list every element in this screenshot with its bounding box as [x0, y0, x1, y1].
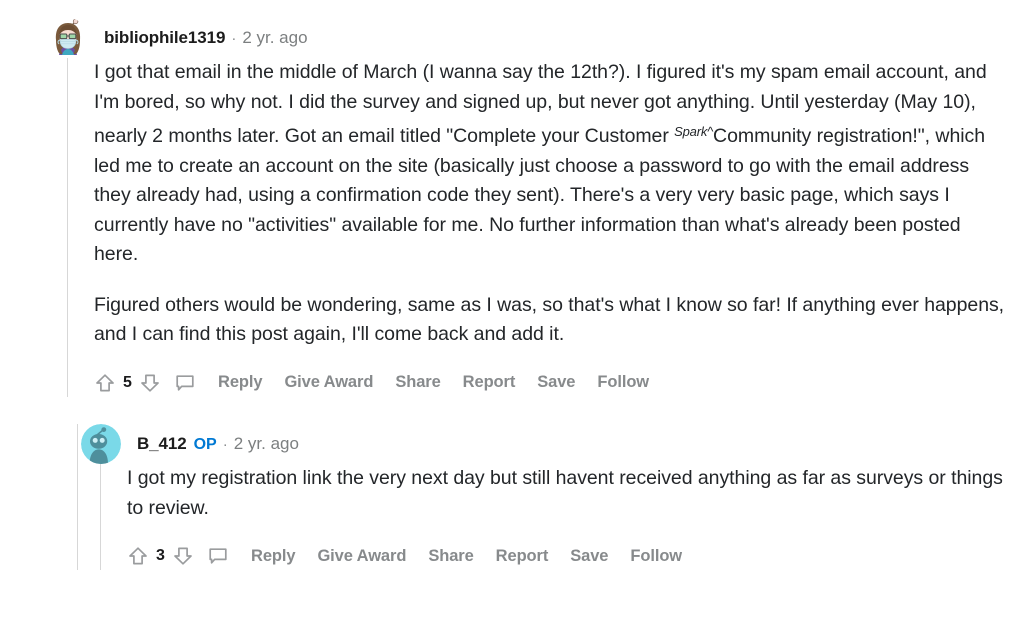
reply-button[interactable]: Reply — [251, 547, 296, 566]
report-button[interactable]: Report — [463, 373, 516, 392]
comment-author[interactable]: bibliophile1319 — [104, 28, 225, 48]
nested-reply-row: B_412 OP · 2 yr. ago I got my registrati… — [48, 424, 1008, 570]
reply-button[interactable]: Reply — [218, 373, 263, 392]
comment-timestamp[interactable]: 2 yr. ago — [242, 28, 307, 48]
upvote-arrow-icon[interactable] — [127, 545, 149, 567]
superscript-spark: Spark^ — [674, 124, 714, 139]
comment-body-wrapper: I got that email in the middle of March … — [48, 58, 1008, 397]
comment-byline: B_412 OP · 2 yr. ago — [137, 434, 299, 454]
byline-separator: · — [222, 436, 228, 453]
reddit-comment-thread: bibliophile1319 · 2 yr. ago I got that e… — [0, 0, 1024, 644]
comment-paragraph: I got my registration link the very next… — [127, 467, 1003, 519]
comment-action-bar: 3 Reply Give Award Share Report Save Fol… — [127, 542, 1008, 570]
avatar[interactable] — [48, 18, 88, 58]
comment-bubble-icon[interactable] — [207, 545, 229, 567]
comment-body-wrapper: I got my registration link the very next… — [81, 464, 1008, 570]
downvote-arrow-icon[interactable] — [172, 545, 194, 567]
report-button[interactable]: Report — [496, 547, 549, 566]
vote-score: 3 — [156, 547, 165, 564]
save-button[interactable]: Save — [570, 547, 608, 566]
comment-content: I got that email in the middle of March … — [68, 58, 1008, 397]
comment-paragraph: I got that email in the middle of March … — [94, 58, 1008, 270]
follow-button[interactable]: Follow — [597, 373, 649, 392]
upvote-arrow-icon[interactable] — [94, 372, 116, 394]
comment-timestamp[interactable]: 2 yr. ago — [234, 434, 299, 454]
nested-reply-inner: B_412 OP · 2 yr. ago I got my registrati… — [78, 424, 1008, 570]
comment-thread-root: bibliophile1319 · 2 yr. ago I got that e… — [48, 18, 1008, 397]
comment-bubble-icon[interactable] — [174, 372, 196, 394]
share-button[interactable]: Share — [428, 547, 473, 566]
comment-header: bibliophile1319 · 2 yr. ago — [48, 18, 1008, 58]
share-button[interactable]: Share — [395, 373, 440, 392]
comment-author[interactable]: B_412 — [137, 434, 187, 454]
give-award-button[interactable]: Give Award — [284, 373, 373, 392]
op-badge: OP — [193, 436, 217, 453]
downvote-arrow-icon[interactable] — [139, 372, 161, 394]
save-button[interactable]: Save — [537, 373, 575, 392]
comment-action-bar: 5 Reply Give Award Share Report Save Fol… — [94, 369, 1008, 397]
vote-score: 5 — [123, 373, 132, 391]
byline-separator: · — [231, 30, 237, 47]
follow-button[interactable]: Follow — [630, 547, 682, 566]
comment-byline: bibliophile1319 · 2 yr. ago — [104, 28, 308, 48]
avatar[interactable] — [81, 424, 121, 464]
comment-content: I got my registration link the very next… — [101, 464, 1008, 570]
comment-header: B_412 OP · 2 yr. ago — [81, 424, 1008, 464]
comment-paragraph: Figured others would be wondering, same … — [94, 293, 1005, 346]
nested-reply: B_412 OP · 2 yr. ago I got my registrati… — [48, 424, 1008, 570]
give-award-button[interactable]: Give Award — [317, 547, 406, 566]
